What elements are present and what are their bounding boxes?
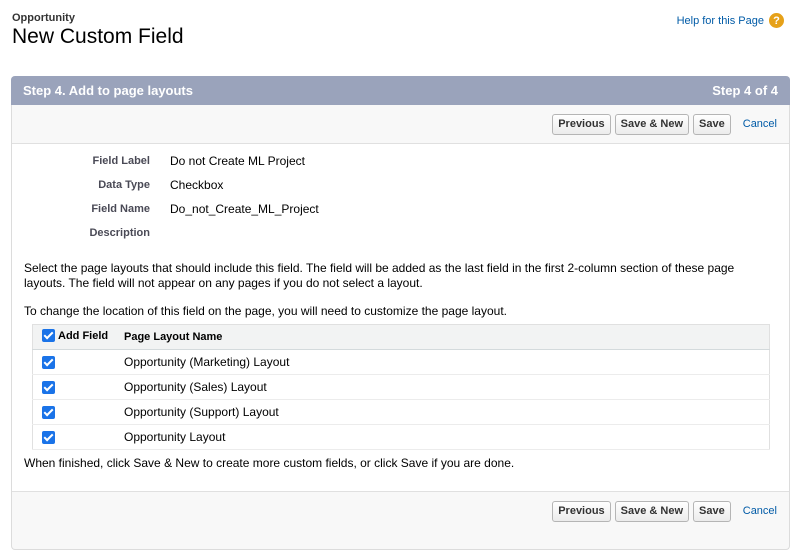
top-button-row: Previous Save & New Save Cancel (12, 105, 789, 143)
help-link[interactable]: Help for this Page (677, 15, 764, 27)
step-title: Step 4. Add to page layouts (23, 83, 193, 98)
save-button[interactable]: Save (693, 113, 731, 135)
step-content: Field Label Do not Create ML Project Dat… (12, 143, 789, 492)
instructions-paragraph-1: Select the page layouts that should incl… (24, 261, 735, 290)
instructions: Select the page layouts that should incl… (24, 261, 764, 332)
step-header: Step 4. Add to page layouts Step 4 of 4 (11, 76, 790, 105)
field-label-value: Do not Create ML Project (170, 154, 305, 168)
instructions-paragraph-2: To change the location of this field on … (24, 304, 507, 318)
bottom-button-row: Previous Save & New Save Cancel (12, 492, 789, 530)
help-area[interactable]: Help for this Page ? (677, 13, 784, 28)
table-header-row: Add Field Page Layout Name (32, 324, 770, 350)
table-row: Opportunity (Support) Layout (32, 399, 770, 425)
cancel-link[interactable]: Cancel (743, 118, 777, 130)
field-row-label: Field Label Do not Create ML Project (12, 154, 789, 178)
add-field-header-label: Add Field (58, 329, 109, 342)
row-checkbox[interactable] (42, 356, 55, 370)
page-title: New Custom Field (12, 25, 184, 48)
save-new-button[interactable]: Save & New (614, 500, 690, 522)
table-row: Opportunity (Sales) Layout (32, 374, 770, 400)
table-row: Opportunity (Marketing) Layout (32, 349, 770, 375)
step-counter: Step 4 of 4 (712, 83, 778, 98)
save-new-button[interactable]: Save & New (614, 113, 690, 135)
add-field-header: Add Field (32, 324, 123, 350)
field-name-value: Do_not_Create_ML_Project (170, 202, 319, 216)
layout-name-header: Page Layout Name (123, 324, 770, 350)
page-layout-table: Add Field Page Layout Name Opportunity (… (32, 324, 770, 450)
field-label-caption: Field Label (92, 155, 150, 167)
question-icon[interactable]: ? (769, 13, 784, 28)
layout-name: Opportunity (Support) Layout (123, 399, 770, 425)
table-row: Opportunity Layout (32, 424, 770, 450)
object-name: Opportunity (12, 12, 75, 24)
row-checkbox[interactable] (42, 431, 55, 445)
wizard-panel: Step 4. Add to page layouts Step 4 of 4 … (11, 76, 790, 550)
previous-button[interactable]: Previous (552, 500, 611, 522)
data-type-caption: Data Type (98, 179, 150, 191)
layout-name: Opportunity (Sales) Layout (123, 374, 770, 400)
save-button[interactable]: Save (693, 500, 731, 522)
layout-name: Opportunity Layout (123, 424, 770, 450)
data-type-value: Checkbox (170, 178, 224, 192)
layout-name: Opportunity (Marketing) Layout (123, 349, 770, 375)
previous-button[interactable]: Previous (552, 113, 611, 135)
field-row-field-name: Field Name Do_not_Create_ML_Project (12, 202, 789, 226)
finish-text: When finished, click Save & New to creat… (24, 456, 515, 470)
field-row-description: Description (12, 226, 789, 250)
page-header: Opportunity New Custom Field (12, 12, 184, 49)
row-checkbox[interactable] (42, 406, 55, 420)
field-name-caption: Field Name (91, 203, 150, 215)
cancel-link[interactable]: Cancel (743, 505, 777, 517)
field-details: Field Label Do not Create ML Project Dat… (12, 154, 789, 250)
row-checkbox[interactable] (42, 381, 55, 395)
description-caption: Description (89, 227, 150, 239)
select-all-checkbox[interactable] (42, 329, 55, 342)
field-row-data-type: Data Type Checkbox (12, 178, 789, 202)
